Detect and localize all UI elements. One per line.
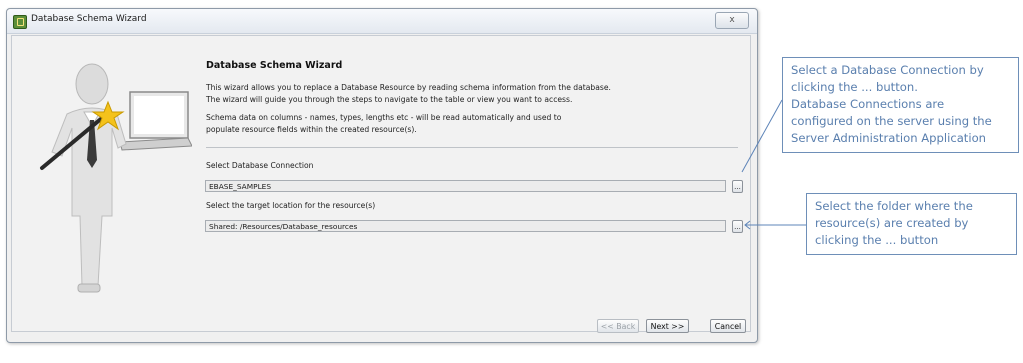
connection-field[interactable]: EBASE_SAMPLES [205,180,726,192]
wizard-illustration [40,63,192,293]
connection-browse-button[interactable]: ... [732,180,743,193]
wizard-heading: Database Schema Wizard [206,60,343,71]
connection-callout: Select a Database Connection by clicking… [782,57,1019,153]
divider [206,147,738,148]
callout-line: Server Administration Application [791,131,987,145]
schema-line-1: Schema data on columns - names, types, l… [206,113,562,122]
app-icon [13,15,27,29]
schema-text: Schema data on columns - names, types, l… [206,112,676,136]
callout-line: configured on the server using the [791,114,992,128]
title-bar: Database Schema Wizard x [7,9,757,34]
schema-line-2: populate resource fields within the crea… [206,125,417,134]
location-browse-button[interactable]: ... [732,220,743,233]
wizard-panel: Database Schema Wizard This wizard allow… [11,35,751,333]
cancel-button[interactable]: Cancel [710,319,746,333]
intro-line-2: The wizard will guide you through the st… [206,95,573,104]
callout-line: clicking the ... button [815,233,939,247]
window-title: Database Schema Wizard [31,14,147,24]
callout-line: clicking the ... button. [791,80,918,94]
location-field[interactable]: Shared: /Resources/Database_resources [205,220,726,232]
wizard-window: Database Schema Wizard x Database Schema… [6,8,758,343]
close-icon: x [729,15,735,25]
connection-label: Select Database Connection [206,161,314,170]
back-button[interactable]: << Back [597,319,639,333]
intro-text: This wizard allows you to replace a Data… [206,82,676,106]
close-button[interactable]: x [715,12,749,29]
location-label: Select the target location for the resou… [206,201,376,210]
callout-line: Select a Database Connection by [791,63,984,77]
next-button[interactable]: Next >> [646,319,689,333]
callout-line: Database Connections are [791,97,945,111]
intro-line-1: This wizard allows you to replace a Data… [206,83,611,92]
folder-callout: Select the folder where the resource(s) … [806,193,1017,255]
callout-line: resource(s) are created by [815,216,969,230]
callout-line: Select the folder where the [815,199,973,213]
